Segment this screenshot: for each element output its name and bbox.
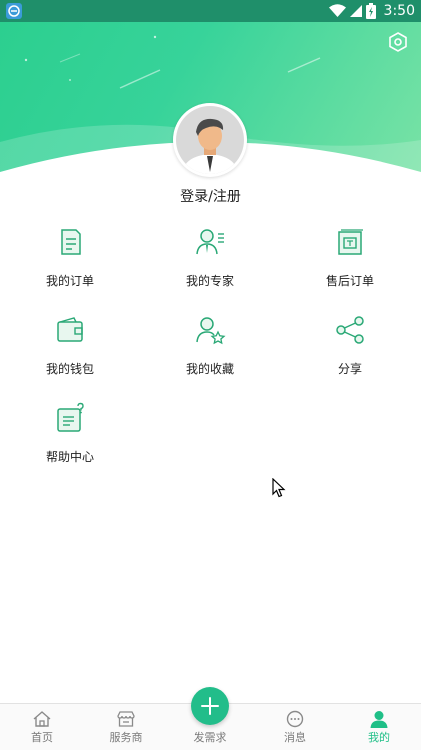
status-bar: 3:50	[0, 0, 421, 22]
nav-messages[interactable]: 消息	[255, 710, 335, 745]
battery-icon	[365, 3, 376, 19]
nav-messages-label: 消息	[284, 731, 306, 744]
avatar-illustration	[176, 106, 244, 174]
nav-service-providers[interactable]: 服务商	[86, 710, 166, 745]
nav-home[interactable]: 首页	[2, 710, 82, 745]
menu-item-label: 我的钱包	[45, 362, 94, 376]
status-time: 3:50	[383, 3, 415, 19]
menu-item-label: 我的收藏	[185, 362, 234, 376]
mouse-cursor-icon	[272, 478, 286, 498]
user-icon	[370, 711, 388, 728]
menu-item-label: 售后订单	[325, 274, 374, 288]
settings-icon[interactable]	[387, 31, 409, 53]
menu-item-label: 帮助中心	[45, 450, 94, 464]
order-icon	[61, 229, 81, 255]
favorite-icon	[196, 317, 226, 345]
menu-item-my-experts[interactable]: 我的专家	[140, 226, 280, 296]
shop-icon	[117, 711, 135, 727]
nav-post-request-label: 发需求	[193, 731, 227, 744]
menu-item-label: 我的订单	[45, 274, 94, 288]
nav-service-providers-label: 服务商	[109, 731, 143, 744]
login-register-link[interactable]: 登录/注册	[0, 186, 421, 206]
nav-mine[interactable]: 我的	[339, 710, 419, 745]
menu-item-my-orders[interactable]: 我的订单	[0, 226, 140, 296]
home-icon	[33, 711, 51, 727]
menu-item-my-favorites[interactable]: 我的收藏	[140, 314, 280, 384]
menu-item-my-wallet[interactable]: 我的钱包	[0, 314, 140, 384]
wallet-icon	[57, 317, 83, 342]
menu-item-label: 我的专家	[185, 274, 234, 288]
avatar[interactable]	[173, 103, 247, 177]
wifi-icon	[328, 4, 346, 17]
nav-home-label: 首页	[31, 731, 53, 744]
help-icon	[57, 402, 84, 432]
share-icon	[336, 316, 364, 344]
app-notification-icon	[6, 3, 22, 19]
menu-item-share[interactable]: 分享	[280, 314, 420, 384]
after-sale-icon	[338, 229, 363, 255]
nav-post-request[interactable]: 发需求	[170, 729, 250, 745]
menu-item-help-center[interactable]: 帮助中心	[0, 402, 140, 472]
menu-item-label: 分享	[337, 362, 362, 376]
signal-icon	[349, 5, 362, 17]
post-request-button[interactable]	[191, 687, 229, 725]
nav-mine-label: 我的	[368, 731, 390, 744]
message-icon	[286, 710, 304, 728]
menu-item-after-sale-orders[interactable]: 售后订单	[280, 226, 420, 296]
expert-icon	[196, 229, 224, 255]
